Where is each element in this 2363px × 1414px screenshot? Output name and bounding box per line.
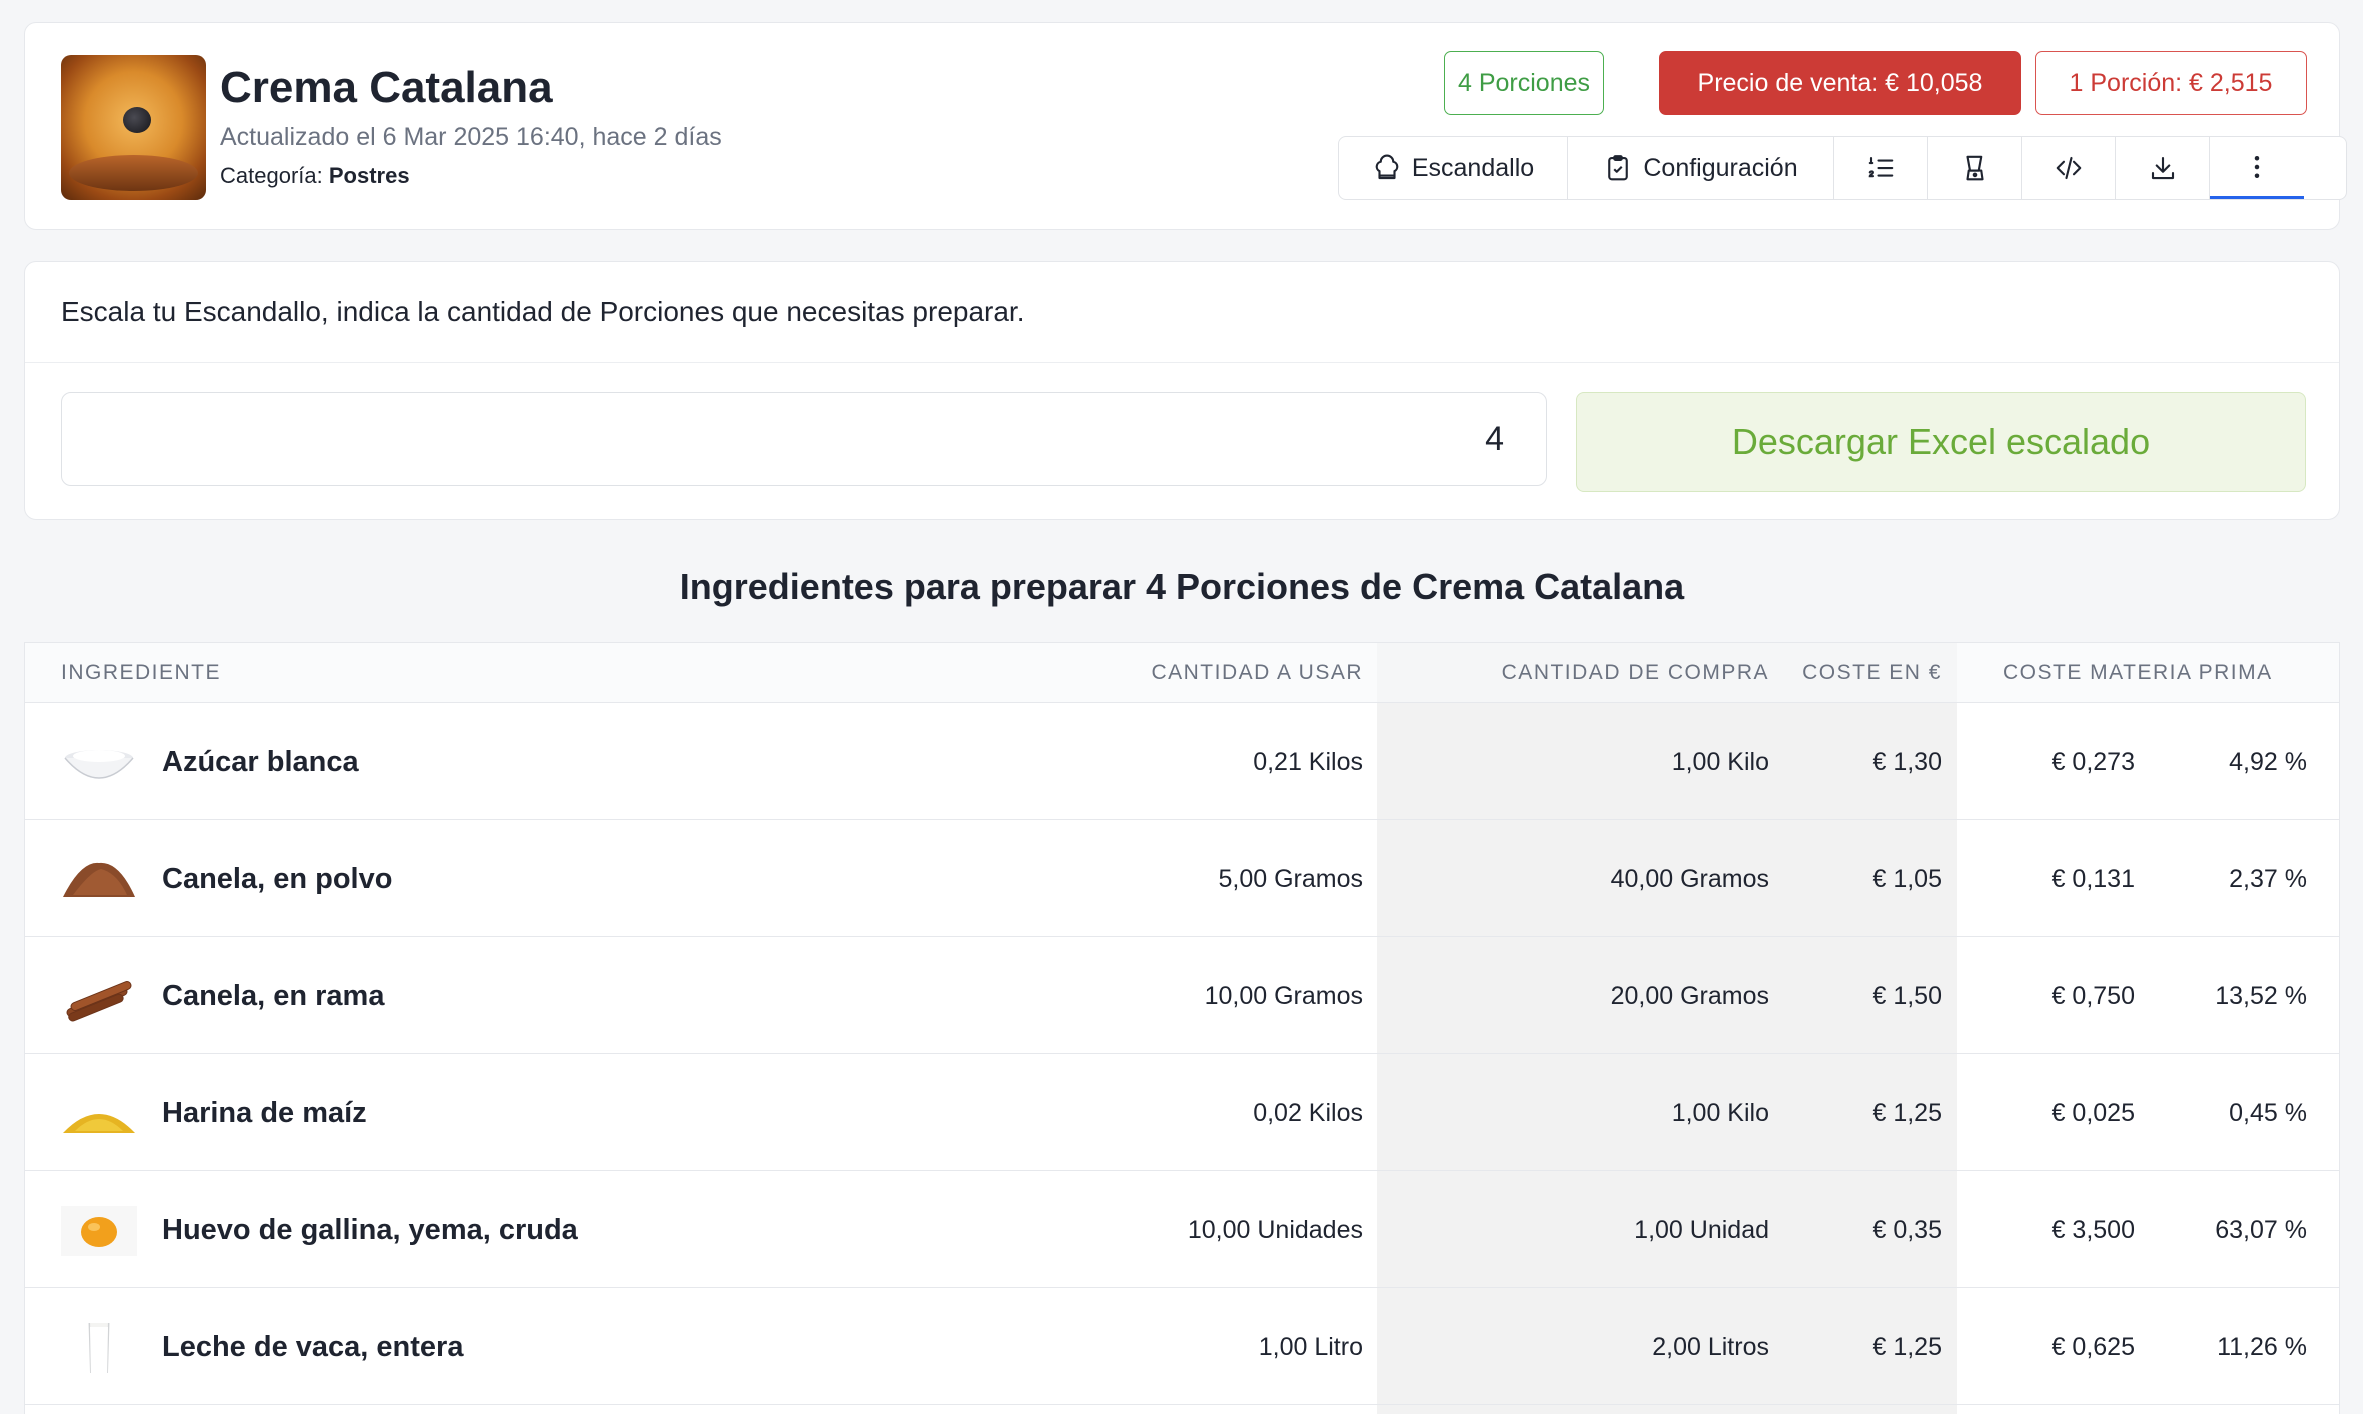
quantity-use: 10,00 Unidades (1187, 1216, 1363, 1244)
configuracion-tab[interactable]: Configuración (1568, 137, 1834, 199)
ingredients-title: Ingredientes para preparar 4 Porciones d… (679, 566, 1685, 607)
quantity-use: 5,00 Gramos (1218, 865, 1363, 893)
numbered-list-icon (1868, 156, 1893, 178)
quantity-use: 10,00 Gramos (1204, 982, 1363, 1010)
code-icon (2056, 156, 2081, 180)
milk-glass-icon (61, 1312, 137, 1382)
ingredient-name[interactable]: Leche de vaca, entera (162, 1289, 463, 1405)
sale-price-badge[interactable]: Precio de venta: € 10,058 (1659, 51, 2021, 115)
egg-yolk-icon (61, 1192, 137, 1270)
raw-cost-percent: 0,45 % (2229, 1099, 2307, 1127)
quantity-use: 0,21 Kilos (1253, 748, 1363, 776)
recipe-toolbar: Escandallo Configuración (1338, 136, 2347, 200)
blender-icon (1965, 155, 1984, 181)
table-row[interactable]: Harina de maíz 0,02 Kilos 1,00 Kilo € 1,25 €… (25, 1055, 2339, 1171)
cost-value: € 0,35 (1872, 1216, 1942, 1244)
more-options-button[interactable] (2210, 137, 2304, 199)
quantity-buy: 20,00 Gramos (1610, 982, 1769, 1010)
table-row[interactable]: Canela, en polvo 5,00 Gramos 40,00 Gramos €… (25, 821, 2339, 937)
quantity-use: 1,00 Litro (1258, 1333, 1363, 1361)
table-row[interactable]: Huevo de gallina, yema, cruda 10,00 Unida… (25, 1172, 2339, 1288)
scale-description: Escala tu Escandallo, indica la cantidad… (61, 296, 1025, 327)
header-raw-cost: Coste materia prima (2003, 661, 2273, 684)
header-ingredient: Ingrediente (61, 661, 222, 684)
ingredient-name[interactable]: Canela, en rama (162, 938, 384, 1054)
table-row[interactable]: Canela, en rama 10,00 Gramos 20,00 Gramos €… (25, 938, 2339, 1054)
header-quantity-buy: Cantidad de compra (1501, 661, 1769, 684)
portions-badge[interactable]: 4 Porciones (1444, 51, 1604, 115)
table-row[interactable]: Leche de vaca, entera 1,00 Litro 2,00 Litr… (25, 1289, 2339, 1405)
corn-flour-icon (61, 1089, 137, 1139)
cost-value: € 1,05 (1872, 865, 1942, 893)
steps-button[interactable] (1834, 137, 1928, 199)
raw-cost-value: € 0,273 (2051, 748, 2135, 776)
download-button[interactable] (2116, 137, 2210, 199)
category-label: Categoría: (220, 163, 323, 188)
raw-cost-percent: 4,92 % (2229, 748, 2307, 776)
recipe-photo (61, 55, 206, 200)
quantity-buy: 1,00 Kilo (1671, 1099, 1769, 1127)
download-icon (2151, 156, 2174, 180)
table-header: Ingrediente Cantidad a usar Cantidad de … (25, 643, 2339, 703)
portions-input[interactable] (61, 392, 1547, 486)
quantity-buy: 1,00 Unidad (1634, 1216, 1769, 1244)
blender-button[interactable] (1928, 137, 2022, 199)
sugar-bowl-icon (61, 738, 137, 788)
raw-cost-percent: 13,52 % (2215, 982, 2307, 1010)
chef-hat-icon (1375, 154, 1399, 180)
quantity-buy: 2,00 Litros (1652, 1333, 1769, 1361)
raw-cost-value: € 0,025 (2051, 1099, 2135, 1127)
recipe-updated: Actualizado el 6 Mar 2025 16:40, hace 2 … (220, 123, 722, 151)
kebab-menu-icon (2254, 155, 2260, 178)
scale-panel: Escala tu Escandallo, indica la cantidad… (24, 261, 2340, 520)
header-cost: Coste en € (1802, 661, 1942, 684)
raw-cost-percent: 2,37 % (2229, 865, 2307, 893)
quantity-buy: 40,00 Gramos (1610, 865, 1769, 893)
ingredient-name[interactable]: Huevo de gallina, yema, cruda (162, 1172, 578, 1288)
ingredient-name[interactable]: Azúcar blanca (162, 704, 359, 820)
recipe-title: Crema Catalana (220, 63, 553, 112)
recipe-header: Crema Catalana Actualizado el 6 Mar 2025… (24, 22, 2347, 230)
divider (25, 362, 2339, 363)
escandallo-label: Escandallo (1411, 153, 1535, 182)
raw-cost-value: € 0,750 (2051, 982, 2135, 1010)
configuracion-label: Configuración (1643, 153, 1798, 182)
category-value: Postres (328, 163, 410, 188)
raw-cost-value: € 0,625 (2051, 1333, 2135, 1361)
cinnamon-powder-icon (61, 855, 137, 905)
raw-cost-percent: 63,07 % (2215, 1216, 2307, 1244)
ingredients-table: Ingrediente Cantidad a usar Cantidad de … (24, 642, 2340, 1414)
portion-cost-badge[interactable]: 1 Porción: € 2,515 (2035, 51, 2307, 115)
header-quantity-use: Cantidad a usar (1151, 661, 1363, 684)
quantity-use: 0,02 Kilos (1253, 1099, 1363, 1127)
clipboard-check-icon (1608, 155, 1629, 181)
table-row[interactable]: Azúcar blanca 0,21 Kilos 1,00 Kilo € 1,30 € … (25, 704, 2339, 820)
raw-cost-value: € 3,500 (2051, 1216, 2135, 1244)
raw-cost-value: € 0,131 (2051, 865, 2135, 893)
recipe-category: Categoría: Postres (220, 163, 410, 189)
quantity-buy: 1,00 Kilo (1671, 748, 1769, 776)
ingredient-name[interactable]: Canela, en polvo (162, 821, 392, 937)
cost-value: € 1,25 (1872, 1333, 1942, 1361)
escandallo-tab[interactable]: Escandallo (1339, 137, 1568, 199)
cinnamon-stick-icon (61, 972, 137, 1022)
ingredient-name[interactable]: Harina de maíz (162, 1055, 367, 1171)
cost-value: € 1,25 (1872, 1099, 1942, 1127)
raw-cost-percent: 11,26 % (2217, 1333, 2307, 1361)
embed-code-button[interactable] (2022, 137, 2116, 199)
download-excel-button[interactable]: Descargar Excel escalado (1576, 392, 2306, 492)
cost-value: € 1,50 (1872, 982, 1942, 1010)
cost-value: € 1,30 (1872, 748, 1942, 776)
